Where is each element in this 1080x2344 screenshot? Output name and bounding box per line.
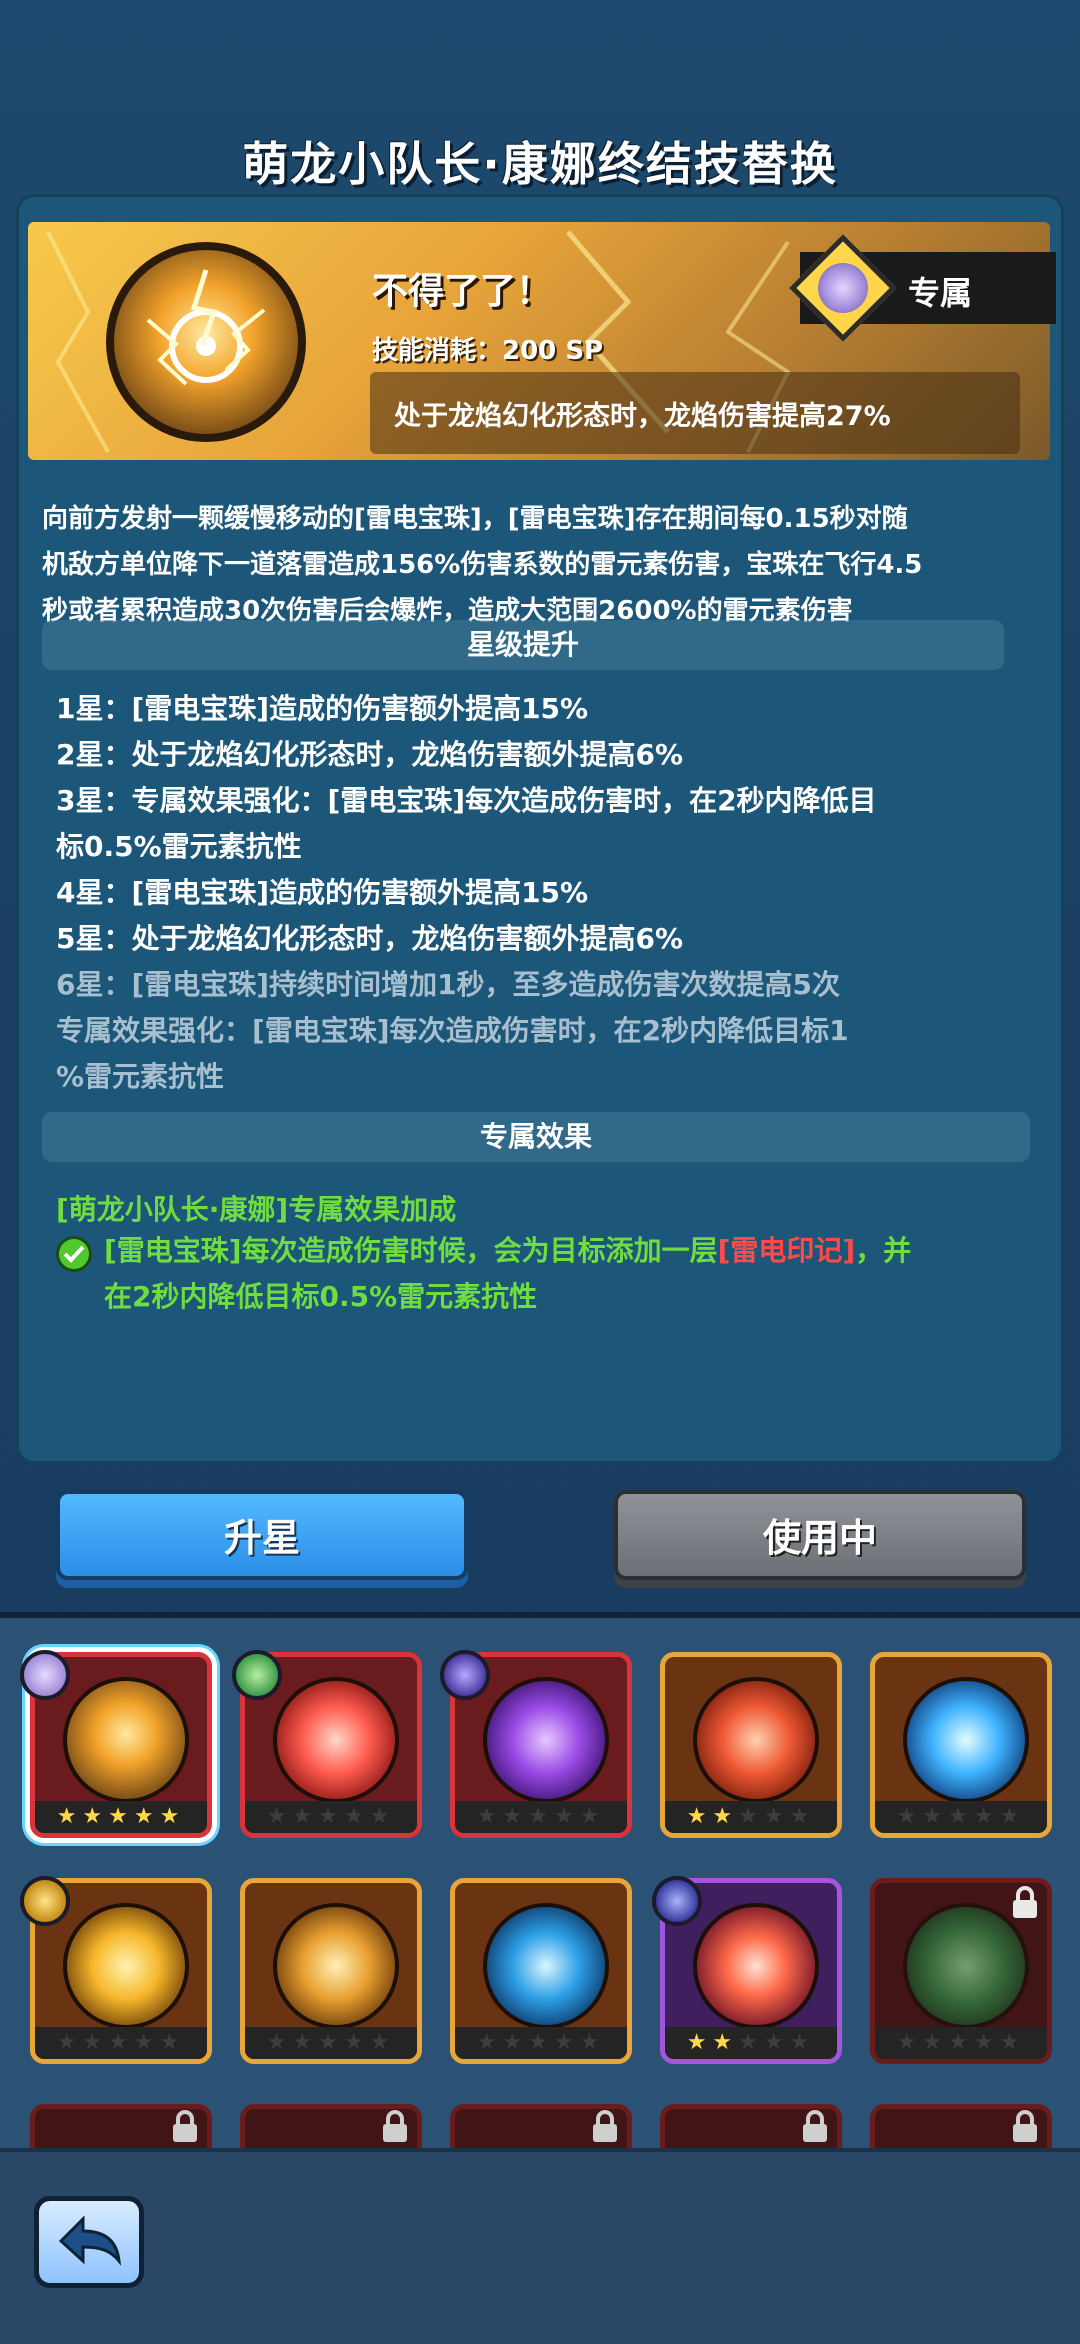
bonus-text: [雷电宝珠]每次造成伤害时候，会为目标添加一层 <box>104 1234 718 1267</box>
page-title: 萌龙小队长·康娜终结技替换 <box>242 137 838 191</box>
purple-dragon-avatar-icon <box>440 1650 490 1700</box>
star-rating: ★★★★★ <box>245 2027 417 2059</box>
star-upgrade-list: 1星：[雷电宝珠]造成的伤害额外提高15% 2星：处于龙焰幻化形态时，龙焰伤害额… <box>56 686 1036 1100</box>
bonus-text: ，并 <box>855 1234 912 1267</box>
green-dragon-avatar-icon <box>232 1650 282 1700</box>
skill-effect-box: 处于龙焰幻化形态时，龙焰伤害提高27% <box>370 372 1020 454</box>
explosion-icon <box>273 1677 399 1803</box>
fire-orb-icon <box>693 1903 819 2029</box>
star-line-locked: %雷元素抗性 <box>56 1060 225 1093</box>
star-rating: ★★★★★ <box>35 1801 207 1833</box>
kanna-portrait-icon <box>818 263 868 313</box>
bottom-bar <box>0 2148 1080 2344</box>
meteor-icon <box>693 1677 819 1803</box>
yellow-dragon-avatar-icon <box>20 1876 70 1926</box>
star-rating: ★★★★★ <box>245 1801 417 1833</box>
skill-card-ice-spikes[interactable]: ★★★★★ <box>450 1878 632 2064</box>
skill-effect-text: 处于龙焰幻化形态时，龙焰伤害提高27% <box>394 401 891 432</box>
star-line: 标0.5%雷元素抗性 <box>56 830 302 863</box>
thunder-orb-icon <box>106 242 306 442</box>
dark-spike-icon <box>483 1677 609 1803</box>
star-line: 1星：[雷电宝珠]造成的伤害额外提高15% <box>56 692 589 725</box>
star-rating: ★★★★★ <box>665 1801 837 1833</box>
lock-icon <box>383 2110 407 2142</box>
ice-spikes-icon <box>483 1903 609 2029</box>
skill-name: 不得了了！ <box>372 271 553 312</box>
description-line: 向前方发射一颗缓慢移动的[雷电宝珠]，[雷电宝珠]存在期间每0.15秒对随 <box>42 504 908 534</box>
exclusive-effect-header: 专属效果 <box>42 1112 1030 1162</box>
thunder-bolts-icon <box>273 1903 399 2029</box>
star-line: 4星：[雷电宝珠]造成的伤害额外提高15% <box>56 876 589 909</box>
skill-card-grid: ★★★★★ ★★★★★ ★★★★★ ★★★★★ ★★★★★ ★★★★★ ★★★★… <box>0 1618 1080 2148</box>
thunder-orb-icon <box>63 1677 189 1803</box>
lock-icon <box>1013 1886 1037 1918</box>
lock-icon <box>173 2110 197 2142</box>
back-button[interactable] <box>34 2196 144 2288</box>
thunder-mark-keyword: [雷电印记] <box>717 1234 856 1267</box>
star-line: 2星：处于龙焰幻化形态时，龙焰伤害额外提高6% <box>56 738 684 771</box>
star-line: 5星：处于龙焰幻化形态时，龙焰伤害额外提高6% <box>56 922 684 955</box>
exclusive-bonus-title: [萌龙小队长·康娜]专属效果加成 <box>56 1193 457 1226</box>
star-rating: ★★★★★ <box>875 1801 1047 1833</box>
star-line-locked: 专属效果强化：[雷电宝珠]每次造成伤害时，在2秒内降低目标1 <box>56 1014 849 1047</box>
bonus-text: 在2秒内降低目标0.5%雷元素抗性 <box>104 1280 538 1313</box>
star-line-locked: 6星：[雷电宝珠]持续时间增加1秒，至多造成伤害次数提高5次 <box>56 968 841 1001</box>
exclusive-bonus-text: [雷电宝珠]每次造成伤害时候，会为目标添加一层[雷电印记]，并 在2秒内降低目标… <box>104 1228 1024 1320</box>
upgrade-star-button[interactable]: 升星 <box>56 1490 468 1580</box>
lightning-strike-icon <box>63 1903 189 2029</box>
check-icon <box>56 1236 92 1272</box>
skill-card-meteor[interactable]: ★★★★★ <box>660 1652 842 1838</box>
description-line: 机敌方单位降下一道落雷造成156%伤害系数的雷元素伤害，宝珠在飞行4.5 <box>42 550 923 580</box>
lock-icon <box>803 2110 827 2142</box>
ice-shard-icon <box>903 1677 1029 1803</box>
in-use-button[interactable]: 使用中 <box>614 1490 1026 1580</box>
skill-cost: 技能消耗：200 SP <box>372 336 604 366</box>
star-rating: ★★★★★ <box>665 2027 837 2059</box>
lock-icon <box>1013 2110 1037 2142</box>
star-rating: ★★★★★ <box>875 2027 1047 2059</box>
poison-icon <box>903 1903 1029 2029</box>
kanna-avatar-icon <box>20 1650 70 1700</box>
exclusive-label: 专属 <box>908 274 973 312</box>
star-upgrade-header: 星级提升 <box>42 620 1004 670</box>
star-rating: ★★★★★ <box>455 1801 627 1833</box>
star-rating: ★★★★★ <box>455 2027 627 2059</box>
violet-dragon-avatar-icon <box>652 1876 702 1926</box>
skill-card-thunder-bolts[interactable]: ★★★★★ <box>240 1878 422 2064</box>
skill-card-ice-shard[interactable]: ★★★★★ <box>870 1652 1052 1838</box>
star-rating: ★★★★★ <box>35 2027 207 2059</box>
lock-icon <box>593 2110 617 2142</box>
star-line: 3星：专属效果强化：[雷电宝珠]每次造成伤害时，在2秒内降低目 <box>56 784 877 817</box>
back-arrow-icon <box>58 2215 122 2266</box>
skill-description: 向前方发射一颗缓慢移动的[雷电宝珠]，[雷电宝珠]存在期间每0.15秒对随 机敌… <box>42 496 1042 634</box>
